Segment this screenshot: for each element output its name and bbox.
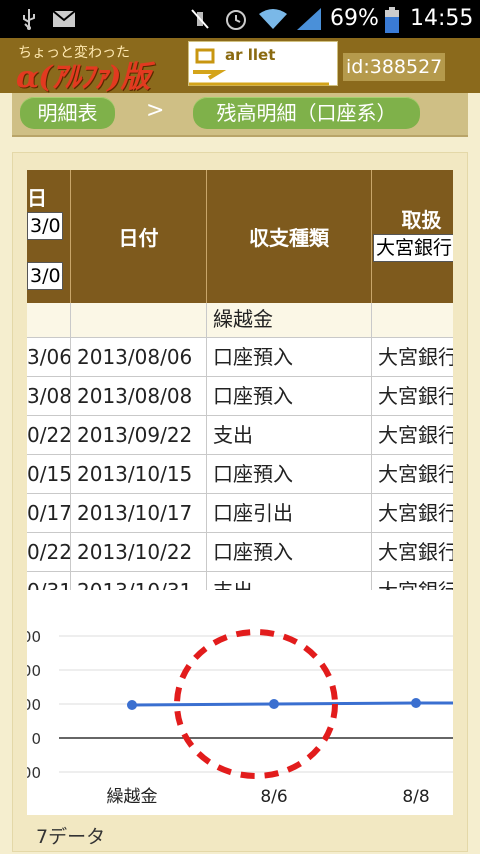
handler-filter-select[interactable]: 大宮銀行: [373, 234, 453, 262]
table-row[interactable]: 0/22 2013/09/22 支出 大宮銀行: [27, 416, 453, 455]
clock: 14:55: [410, 6, 474, 31]
chart-data-point[interactable]: [127, 700, 137, 710]
table-row[interactable]: 0/17 2013/10/17 口座引出 大宮銀行: [27, 494, 453, 533]
table-row[interactable]: 0/22 2013/10/22 口座預入 大宮銀行: [27, 533, 453, 572]
signal-icon: [295, 8, 323, 30]
row-cell-handler: 大宮銀行: [372, 494, 453, 533]
carry-cell-date: [71, 303, 207, 338]
row-cell-handler: 大宮銀行: [372, 533, 453, 572]
balance-line-chart: 000000000繰越金8/68/8: [22, 628, 453, 807]
mail-icon: [52, 8, 76, 30]
app-screen: 69% 14:55 ちょっと変わった α(ｱﾙﾌｧ)版 ar llet id:3…: [0, 0, 480, 854]
row-cell-date: 2013/10/15: [71, 455, 207, 494]
row-cell-type: 口座預入: [207, 377, 372, 416]
row-cell-handler: 大宮銀行: [372, 416, 453, 455]
chart-y-tick-label: 0: [31, 730, 41, 748]
row-cell-handler: 大宮銀行: [372, 455, 453, 494]
brand-title: α(ｱﾙﾌｧ)版: [16, 60, 150, 95]
chart-y-tick-label: 00: [27, 628, 41, 646]
chart-x-tick-label: 8/8: [402, 787, 429, 807]
table-row[interactable]: 3/08 2013/08/08 口座預入 大宮銀行: [27, 377, 453, 416]
row-cell-date: 2013/08/06: [71, 338, 207, 377]
breadcrumb-balance-detail-button[interactable]: 残高明細（口座系）: [193, 97, 420, 129]
row-cell-date: 2013/09/22: [71, 416, 207, 455]
date-range-header-label: 日: [27, 186, 47, 210]
usb-icon: [18, 8, 40, 30]
chart-series-line: [131, 701, 453, 707]
table-row[interactable]: 0/15 2013/10/15 口座預入 大宮銀行: [27, 455, 453, 494]
logo-text: ar llet: [225, 46, 276, 64]
chart-y-tick-label: 00: [27, 764, 41, 782]
record-count: 7データ: [36, 826, 106, 848]
row-cell-type: 口座預入: [207, 455, 372, 494]
carry-cell-blank: [27, 303, 71, 338]
table-row[interactable]: 3/06 2013/08/06 口座預入 大宮銀行: [27, 338, 453, 377]
row-cell-date-short: 0/31: [27, 572, 71, 590]
date-from-input[interactable]: 3/01: [27, 212, 63, 240]
row-cell-handler: 大宮銀行: [372, 572, 453, 590]
row-cell-date-short: 0/22: [27, 416, 71, 455]
breadcrumb-statement-button[interactable]: 明細表: [20, 97, 115, 129]
user-id-label: id:388527: [343, 53, 446, 81]
balance-table[interactable]: 日 3/01 3/06 日付 収支種類 取扱（ 大宮銀行 繰越金 3/06201…: [27, 170, 453, 590]
row-cell-type: 口座預入: [207, 338, 372, 377]
date-to-input[interactable]: 3/06: [27, 262, 63, 290]
table-row[interactable]: 0/312013/10/31支出大宮銀行: [27, 572, 453, 590]
column-header-date[interactable]: 日付: [71, 170, 207, 303]
row-cell-date: 2013/10/17: [71, 494, 207, 533]
row-cell-date-short: 0/22: [27, 533, 71, 572]
row-cell-handler: 大宮銀行: [372, 377, 453, 416]
carry-cell-handler: [372, 303, 453, 338]
status-bar: 69% 14:55: [0, 0, 480, 38]
alarm-icon: [224, 8, 248, 30]
row-cell-date: 2013/10/22: [71, 533, 207, 572]
battery-percent: 69%: [330, 6, 379, 31]
wifi-icon: [258, 8, 288, 30]
row-cell-date-short: 3/06: [27, 338, 71, 377]
row-cell-type: 口座引出: [207, 494, 372, 533]
row-cell-type: 支出: [207, 416, 372, 455]
chart-x-tick-label: 8/6: [260, 787, 287, 807]
row-cell-type: 支出: [207, 572, 372, 590]
chart-data-point[interactable]: [269, 699, 279, 709]
row-cell-date-short: 0/15: [27, 455, 71, 494]
row-cell-handler: 大宮銀行: [372, 338, 453, 377]
breadcrumb-separator: >: [146, 98, 165, 123]
row-cell-date-short: 3/08: [27, 377, 71, 416]
chart-y-tick-label: 00: [27, 696, 41, 714]
chart-data-point[interactable]: [411, 698, 421, 708]
column-header-type[interactable]: 収支種類: [207, 170, 372, 303]
chart-y-tick-label: 00: [27, 662, 41, 680]
row-cell-date: 2013/08/08: [71, 377, 207, 416]
app-logo[interactable]: ar llet: [188, 41, 338, 86]
balance-chart: 000000000繰越金8/68/8: [22, 590, 453, 815]
chart-x-tick-label: 繰越金: [107, 787, 158, 807]
carry-cell-label: 繰越金: [207, 303, 372, 338]
row-cell-type: 口座預入: [207, 533, 372, 572]
carry-over-row: 繰越金: [27, 303, 453, 338]
row-cell-date: 2013/10/31: [71, 572, 207, 590]
mute-icon: [188, 8, 212, 30]
battery-icon: [384, 7, 400, 33]
row-cell-date-short: 0/17: [27, 494, 71, 533]
